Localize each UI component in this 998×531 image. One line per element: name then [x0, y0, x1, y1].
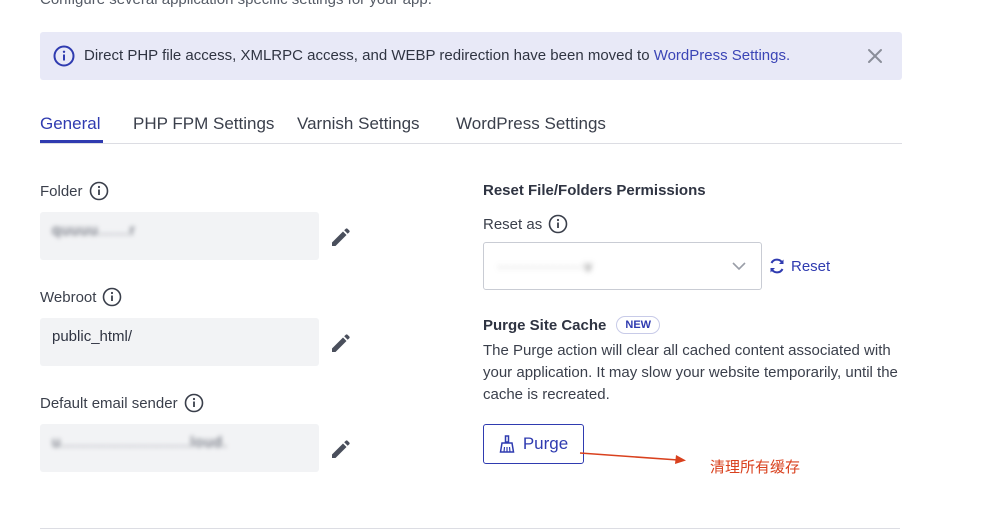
- pencil-icon[interactable]: [329, 439, 351, 461]
- annotation-text: 清理所有缓存: [710, 458, 801, 476]
- tab-wordpress-settings[interactable]: WordPress Settings: [456, 114, 606, 134]
- refresh-icon: [770, 258, 784, 274]
- webroot-label-row: Webroot: [40, 287, 122, 307]
- purge-cache-title-row: Purge Site Cache NEW: [483, 316, 661, 334]
- email-sender-value: u.........................loud.: [52, 434, 229, 451]
- webroot-value: public_html/: [52, 328, 133, 345]
- email-sender-label: Default email sender: [40, 394, 178, 412]
- reset-button-label: Reset: [791, 257, 831, 275]
- webroot-label: Webroot: [40, 288, 97, 306]
- folder-value: quuuu......r: [52, 222, 136, 239]
- notice-banner: Direct PHP file access, XMLRPC access, a…: [40, 32, 902, 80]
- purge-button-label: Purge: [522, 434, 569, 453]
- folder-field: quuuu......r: [40, 212, 319, 260]
- notice-message: Direct PHP file access, XMLRPC access, a…: [84, 47, 790, 64]
- reset-permissions-title: Reset File/Folders Permissions: [483, 182, 706, 199]
- settings-tabs: General PHP FPM Settings Varnish Setting…: [40, 111, 902, 144]
- reset-as-label: Reset as: [483, 215, 543, 233]
- tab-varnish-settings[interactable]: Varnish Settings: [297, 114, 420, 134]
- close-icon[interactable]: [866, 47, 884, 65]
- tab-php-fpm-settings[interactable]: PHP FPM Settings: [133, 114, 274, 134]
- broom-icon: [499, 435, 515, 453]
- purge-cache-title: Purge Site Cache: [483, 316, 607, 334]
- reset-as-select[interactable]: ·············v: [483, 242, 762, 290]
- page-subtitle: Configure several application specific s…: [40, 0, 432, 8]
- reset-button[interactable]: Reset: [768, 257, 830, 275]
- pencil-icon[interactable]: [329, 227, 351, 249]
- info-icon: [53, 45, 75, 67]
- question-icon[interactable]: [102, 287, 122, 307]
- section-divider: [40, 528, 900, 529]
- reset-as-label-row: Reset as: [483, 214, 568, 234]
- pencil-icon[interactable]: [329, 333, 351, 355]
- reset-as-value: ·············v: [498, 258, 594, 274]
- email-sender-field: u.........................loud.: [40, 424, 319, 472]
- tab-general[interactable]: General: [40, 114, 100, 134]
- folder-label: Folder: [40, 182, 83, 200]
- question-icon[interactable]: [184, 393, 204, 413]
- purge-button[interactable]: Purge: [483, 424, 584, 464]
- webroot-field: public_html/: [40, 318, 319, 366]
- folder-label-row: Folder: [40, 181, 109, 201]
- new-badge: NEW: [616, 316, 661, 334]
- question-icon[interactable]: [548, 214, 568, 234]
- email-label-row: Default email sender: [40, 393, 204, 413]
- active-tab-indicator: [40, 140, 103, 143]
- chevron-down-icon: [732, 262, 746, 271]
- question-icon[interactable]: [89, 181, 109, 201]
- purge-description: The Purge action will clear all cached c…: [483, 342, 898, 403]
- annotation-arrow: [579, 452, 686, 464]
- wordpress-settings-link[interactable]: WordPress Settings.: [654, 47, 790, 64]
- notice-text: Direct PHP file access, XMLRPC access, a…: [84, 47, 654, 64]
